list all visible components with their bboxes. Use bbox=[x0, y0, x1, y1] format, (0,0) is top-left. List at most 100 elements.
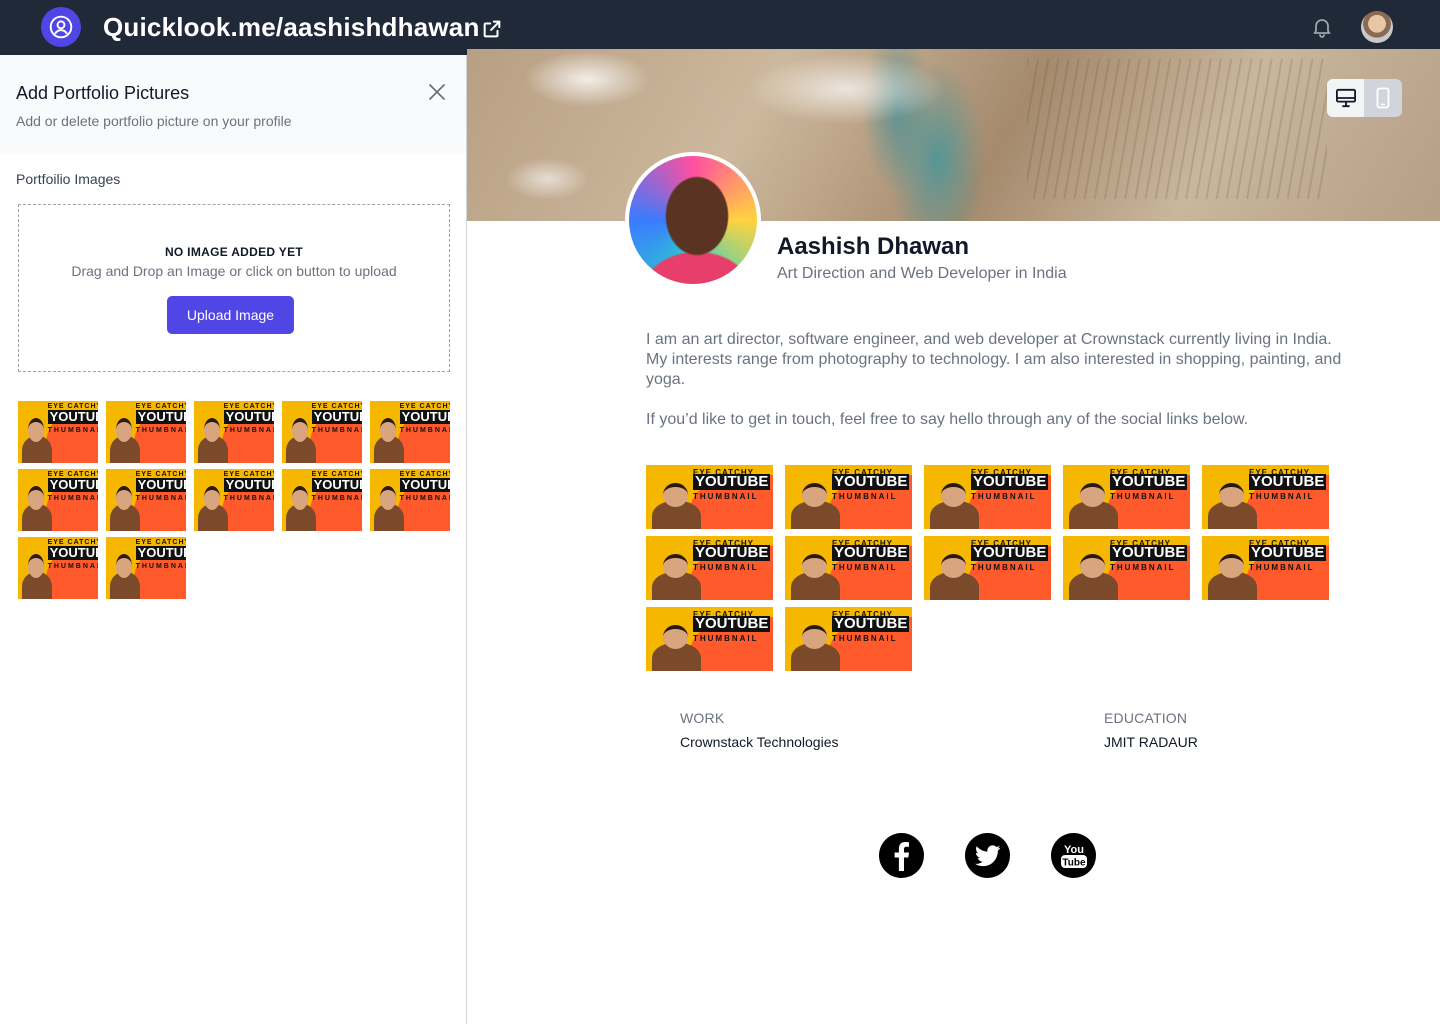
dropzone-title: NO IMAGE ADDED YET bbox=[164, 245, 304, 259]
thumb-text: THUMBNAIL bbox=[135, 563, 186, 571]
thumb-text: THUMBNAIL bbox=[692, 633, 759, 643]
thumb-text: YOUTUBE bbox=[311, 477, 362, 492]
portfolio-image[interactable]: EYE CATCHY YOUTUBE THUMBNAIL bbox=[924, 536, 1051, 600]
thumb-text: THUMBNAIL bbox=[831, 633, 898, 643]
profile-name: Aashish Dhawan bbox=[777, 233, 970, 260]
thumb-text: YOUTUBE bbox=[692, 543, 771, 561]
external-link-icon[interactable] bbox=[481, 18, 505, 42]
portfolio-image[interactable]: EYE CATCHY YOUTUBE THUMBNAIL bbox=[1063, 536, 1190, 600]
panel-portfolio-image[interactable]: EYE CATCHYYOUTUBETHUMBNAIL bbox=[194, 469, 274, 531]
panel-image-grid: EYE CATCHYYOUTUBETHUMBNAILEYE CATCHYYOUT… bbox=[18, 401, 450, 599]
work-label: WORK bbox=[680, 710, 725, 726]
portfolio-grid: EYE CATCHY YOUTUBE THUMBNAIL EYE CATCHY YOUT… bbox=[646, 465, 1332, 671]
thumb-text: THUMBNAIL bbox=[1248, 562, 1315, 572]
panel-portfolio-image[interactable]: EYE CATCHYYOUTUBETHUMBNAIL bbox=[18, 401, 98, 463]
thumb-text: THUMBNAIL bbox=[1109, 562, 1176, 572]
portfolio-image[interactable]: EYE CATCHY YOUTUBE THUMBNAIL bbox=[646, 607, 773, 671]
portfolio-image[interactable]: EYE CATCHY YOUTUBE THUMBNAIL bbox=[1202, 536, 1329, 600]
thumb-text: YOUTUBE bbox=[831, 614, 910, 632]
youtube-icon[interactable]: You Tube bbox=[1051, 833, 1096, 878]
thumb-text: YOUTUBE bbox=[47, 477, 98, 492]
thumb-text: YOUTUBE bbox=[692, 472, 771, 490]
upload-image-button[interactable]: Upload Image bbox=[167, 296, 294, 334]
panel-portfolio-image[interactable]: EYE CATCHYYOUTUBETHUMBNAIL bbox=[194, 401, 274, 463]
facebook-icon[interactable] bbox=[879, 833, 924, 878]
portfolio-image[interactable]: EYE CATCHY YOUTUBE THUMBNAIL bbox=[646, 536, 773, 600]
thumb-text: YOUTUBE bbox=[1248, 543, 1327, 561]
portfolio-image[interactable]: EYE CATCHY YOUTUBE THUMBNAIL bbox=[1202, 465, 1329, 529]
panel-portfolio-image[interactable]: EYE CATCHYYOUTUBETHUMBNAIL bbox=[106, 401, 186, 463]
view-toggle bbox=[1327, 79, 1402, 117]
site-title[interactable]: Quicklook.me/aashishdhawan bbox=[103, 12, 480, 43]
thumb-text: YOUTUBE bbox=[399, 409, 450, 424]
profile-role: Art Direction and Web Developer in India bbox=[777, 265, 1067, 282]
panel-portfolio-image[interactable]: EYE CATCHYYOUTUBETHUMBNAIL bbox=[282, 401, 362, 463]
logo-icon[interactable] bbox=[41, 7, 81, 47]
thumb-text: THUMBNAIL bbox=[223, 427, 274, 435]
user-avatar[interactable] bbox=[1361, 11, 1393, 43]
portfolio-image[interactable]: EYE CATCHY YOUTUBE THUMBNAIL bbox=[785, 607, 912, 671]
thumb-text: YOUTUBE bbox=[47, 545, 98, 560]
panel-portfolio-image[interactable]: EYE CATCHYYOUTUBETHUMBNAIL bbox=[106, 469, 186, 531]
thumb-text: YOUTUBE bbox=[1109, 472, 1188, 490]
education-label: EDUCATION bbox=[1104, 710, 1188, 726]
thumb-text: YOUTUBE bbox=[1109, 543, 1188, 561]
thumb-text: THUMBNAIL bbox=[311, 427, 362, 435]
panel-portfolio-image[interactable]: EYE CATCHYYOUTUBETHUMBNAIL bbox=[18, 537, 98, 599]
panel-title: Add Portfolio Pictures bbox=[16, 83, 190, 103]
thumb-text: THUMBNAIL bbox=[47, 563, 98, 571]
thumb-face bbox=[1079, 553, 1105, 579]
thumb-text: YOUTUBE bbox=[831, 543, 910, 561]
thumb-face bbox=[662, 482, 688, 508]
thumb-face bbox=[1218, 482, 1244, 508]
thumb-text: THUMBNAIL bbox=[311, 495, 362, 503]
bio-paragraph: I am an art director, software engineer,… bbox=[646, 331, 1342, 388]
panel-portfolio-image[interactable]: EYE CATCHYYOUTUBETHUMBNAIL bbox=[282, 469, 362, 531]
thumb-text: THUMBNAIL bbox=[831, 491, 898, 501]
portfolio-image[interactable]: EYE CATCHY YOUTUBE THUMBNAIL bbox=[1063, 465, 1190, 529]
thumb-face bbox=[662, 553, 688, 579]
thumb-text: YOUTUBE bbox=[399, 477, 450, 492]
thumb-face bbox=[1079, 482, 1105, 508]
thumb-text: YOUTUBE bbox=[135, 477, 186, 492]
thumb-text: THUMBNAIL bbox=[399, 427, 450, 435]
top-bar: Quicklook.me/aashishdhawan bbox=[0, 0, 1440, 55]
thumb-text: THUMBNAIL bbox=[399, 495, 450, 503]
thumb-text: YOUTUBE bbox=[135, 545, 186, 560]
thumb-text: YOUTUBE bbox=[311, 409, 362, 424]
thumb-text: YOUTUBE bbox=[135, 409, 186, 424]
thumb-face bbox=[940, 553, 966, 579]
twitter-icon[interactable] bbox=[965, 833, 1010, 878]
thumb-text: THUMBNAIL bbox=[135, 495, 186, 503]
cover-image bbox=[467, 49, 1440, 221]
close-icon[interactable] bbox=[427, 82, 449, 104]
dropzone-subtitle: Drag and Drop an Image or click on butto… bbox=[71, 263, 397, 279]
bell-icon[interactable] bbox=[1310, 15, 1334, 39]
portfolio-image[interactable]: EYE CATCHY YOUTUBE THUMBNAIL bbox=[785, 465, 912, 529]
thumb-text: THUMBNAIL bbox=[692, 562, 759, 572]
portfolio-image[interactable]: EYE CATCHY YOUTUBE THUMBNAIL bbox=[646, 465, 773, 529]
thumb-text: THUMBNAIL bbox=[47, 495, 98, 503]
mobile-view-icon[interactable] bbox=[1364, 79, 1401, 117]
desktop-view-icon[interactable] bbox=[1327, 79, 1364, 117]
work-value: Crownstack Technologies bbox=[680, 734, 839, 750]
thumb-text: YOUTUBE bbox=[223, 409, 274, 424]
thumb-text: THUMBNAIL bbox=[47, 427, 98, 435]
panel-portfolio-image[interactable]: EYE CATCHYYOUTUBETHUMBNAIL bbox=[106, 537, 186, 599]
thumb-text: THUMBNAIL bbox=[1109, 491, 1176, 501]
thumb-text: YOUTUBE bbox=[47, 409, 98, 424]
thumb-text: YOUTUBE bbox=[1248, 472, 1327, 490]
youtube-text-top: You bbox=[1064, 844, 1084, 856]
image-dropzone[interactable]: NO IMAGE ADDED YET Drag and Drop an Imag… bbox=[18, 204, 450, 372]
thumb-text: YOUTUBE bbox=[970, 543, 1049, 561]
portfolio-image[interactable]: EYE CATCHY YOUTUBE THUMBNAIL bbox=[785, 536, 912, 600]
bio-paragraph: If you’d like to get in touch, feel free… bbox=[646, 411, 1249, 428]
panel-portfolio-image[interactable]: EYE CATCHYYOUTUBETHUMBNAIL bbox=[18, 469, 98, 531]
thumb-face bbox=[940, 482, 966, 508]
thumb-text: THUMBNAIL bbox=[223, 495, 274, 503]
thumb-face bbox=[801, 482, 827, 508]
panel-portfolio-image[interactable]: EYE CATCHYYOUTUBETHUMBNAIL bbox=[370, 401, 450, 463]
panel-portfolio-image[interactable]: EYE CATCHYYOUTUBETHUMBNAIL bbox=[370, 469, 450, 531]
thumb-face bbox=[801, 624, 827, 650]
portfolio-image[interactable]: EYE CATCHY YOUTUBE THUMBNAIL bbox=[924, 465, 1051, 529]
